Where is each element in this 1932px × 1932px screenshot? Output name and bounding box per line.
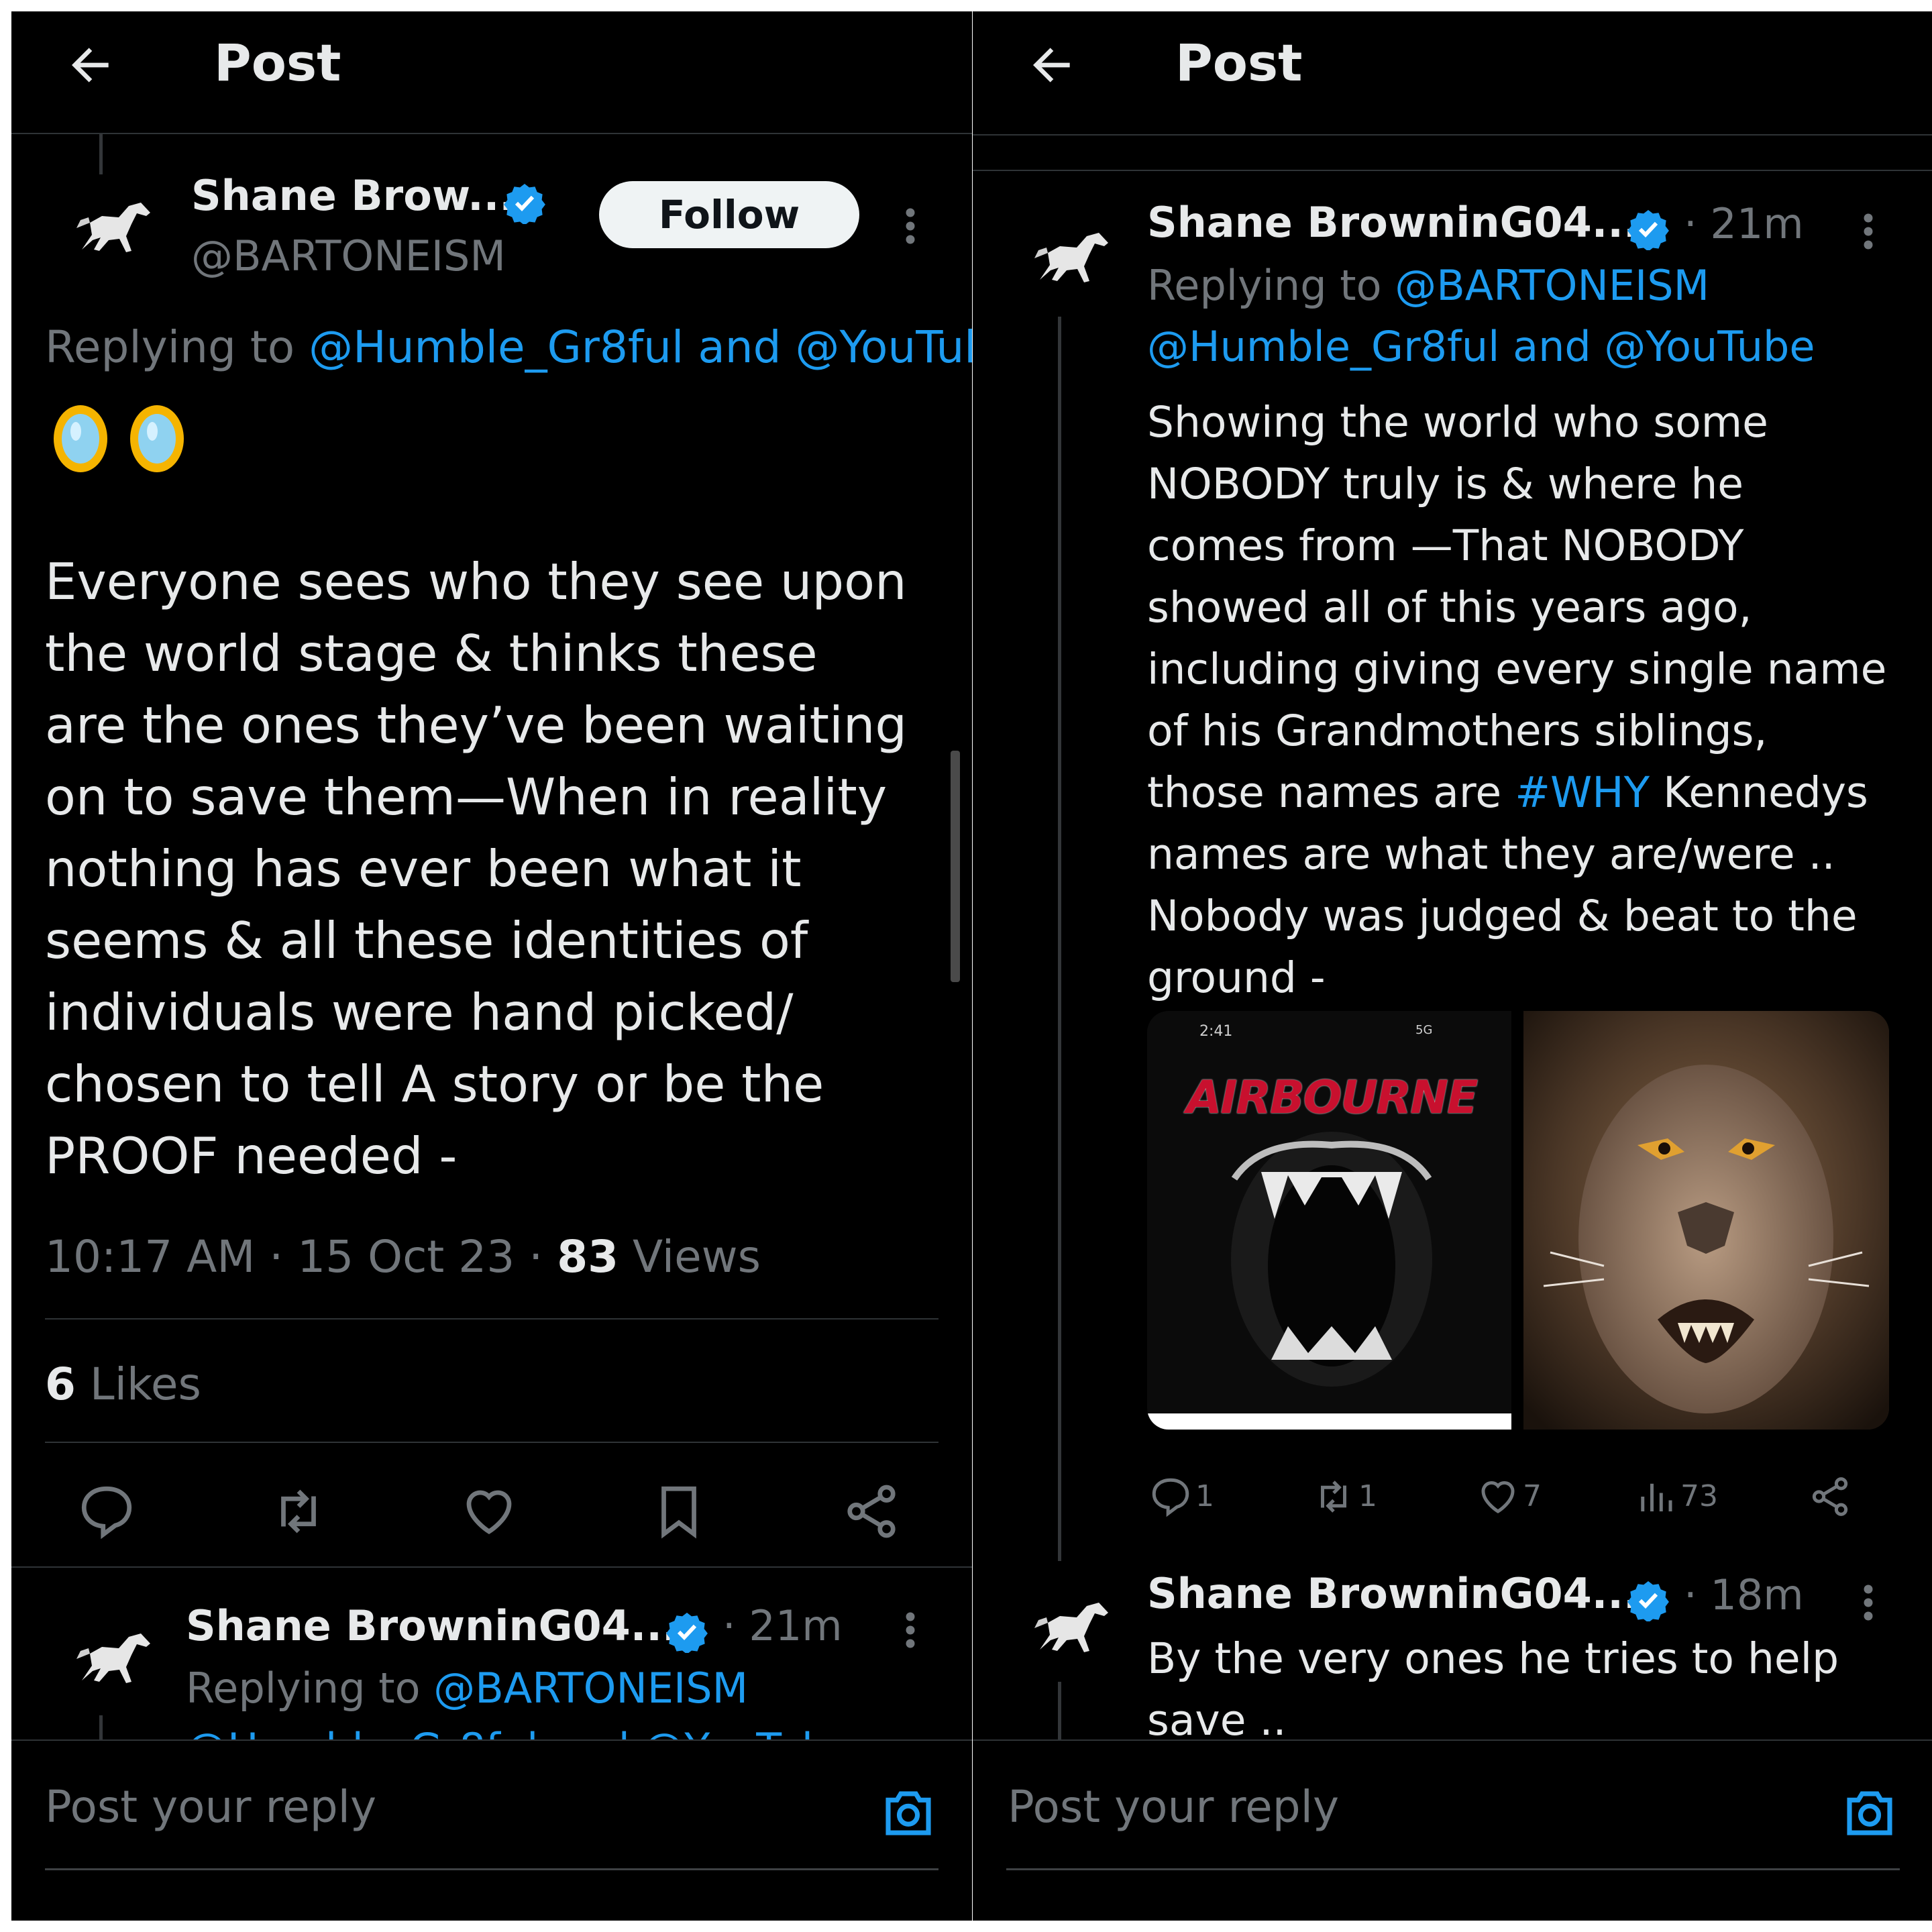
repost-icon[interactable] — [1311, 1474, 1356, 1519]
share-icon[interactable] — [1808, 1474, 1852, 1519]
bookmark-icon[interactable] — [649, 1481, 709, 1542]
reply-composer: Post your reply — [973, 1739, 1932, 1921]
share-icon[interactable] — [841, 1481, 902, 1542]
reply-input[interactable]: Post your reply — [1008, 1781, 1339, 1833]
divider — [973, 170, 1932, 171]
views-count: 83 — [557, 1231, 619, 1283]
avatar[interactable] — [1020, 206, 1120, 307]
camera-icon[interactable] — [878, 1782, 938, 1843]
divider — [45, 1442, 938, 1443]
replying-to: Replying to @Humble_Gr8ful and @YouTube — [45, 321, 972, 373]
divider — [11, 1566, 972, 1568]
author-name[interactable]: Shane Brow... — [191, 171, 515, 220]
avatar[interactable] — [62, 1607, 162, 1707]
divider — [973, 134, 1932, 136]
like-heart-icon[interactable] — [1476, 1474, 1520, 1519]
mirror-emoji-icon — [54, 405, 107, 472]
right-panel: Post Shane BrowninG04... · 21m Replying … — [973, 11, 1932, 1921]
tweet-body: Everyone sees who they see upon the worl… — [45, 552, 907, 1185]
verified-badge-icon — [1627, 210, 1669, 250]
reply-input[interactable]: Post your reply — [45, 1781, 376, 1833]
views-label: Views — [619, 1231, 761, 1283]
replying-to: Replying to @BARTONEISM — [1147, 261, 1709, 310]
replying-prefix: Replying to — [45, 321, 309, 373]
reply-icon[interactable] — [1148, 1474, 1193, 1519]
mirror-emoji-icon — [130, 405, 184, 472]
tweet-timestamp: · 21m — [1684, 199, 1804, 248]
reply-icon[interactable] — [76, 1481, 137, 1542]
thread-line — [99, 134, 103, 174]
horse-icon — [76, 1633, 150, 1683]
divider — [1006, 1868, 1900, 1870]
reply-author-name[interactable]: Shane BrowninG04... — [186, 1601, 678, 1650]
status-signal: 5G — [1415, 1023, 1433, 1037]
tweet-meta: 10:17 AM · 15 Oct 23 · 83 Views — [45, 1231, 761, 1283]
tweet-timestamp: 10:17 AM · 15 Oct 23 · — [45, 1231, 557, 1283]
likes-label: Likes — [75, 1358, 201, 1410]
like-count: 7 — [1523, 1479, 1542, 1513]
repost-count: 1 — [1358, 1479, 1377, 1513]
header: Post — [11, 11, 972, 134]
more-options-icon[interactable] — [1862, 1582, 1875, 1623]
replying-prefix: Replying to — [186, 1664, 434, 1713]
status-time: 2:41 — [1199, 1023, 1233, 1040]
reply-composer: Post your reply — [11, 1739, 972, 1921]
thread-line — [1058, 1682, 1061, 1749]
divider — [45, 1318, 938, 1320]
media-grid[interactable]: 2:41 5G AIRBOURNE — [1147, 1011, 1889, 1430]
repost-icon[interactable] — [268, 1481, 329, 1542]
replying-to-link[interactable]: @Humble_Gr8ful and @YouTube — [1147, 322, 1815, 371]
author-name[interactable]: Shane BrowninG04... — [1147, 198, 1639, 247]
view-count: 73 — [1680, 1479, 1718, 1513]
media-image-airbourne[interactable]: 2:41 5G AIRBOURNE — [1147, 1011, 1511, 1430]
page-title: Post — [1175, 33, 1303, 93]
replying-prefix: Replying to — [1147, 261, 1395, 310]
image-footer-bar — [1147, 1413, 1511, 1430]
scrollbar[interactable] — [951, 751, 960, 982]
verified-badge-icon — [504, 184, 545, 224]
roaring-mouth-icon — [1231, 1132, 1432, 1387]
tweet-body-text: Showing the world who some NOBODY truly … — [1147, 398, 1887, 817]
lion-face-icon — [1523, 1011, 1889, 1430]
likes-count: 6 — [45, 1358, 76, 1410]
more-options-icon[interactable] — [904, 206, 917, 246]
camera-icon[interactable] — [1839, 1782, 1900, 1843]
avatar[interactable] — [62, 176, 162, 276]
header: Post — [973, 11, 1932, 134]
author-handle[interactable]: @BARTONEISM — [191, 231, 506, 280]
page-title: Post — [214, 33, 341, 93]
back-arrow-icon[interactable] — [1025, 38, 1079, 92]
media-image-lion[interactable] — [1523, 1011, 1889, 1430]
like-heart-icon[interactable] — [459, 1481, 519, 1542]
left-panel: Post Shane Brow... @BARTONEISM Follow Re… — [11, 11, 972, 1921]
more-options-icon[interactable] — [904, 1610, 917, 1650]
author-name[interactable]: Shane BrowninG04... — [1147, 1569, 1639, 1618]
horse-icon — [1034, 233, 1108, 282]
back-arrow-icon[interactable] — [64, 38, 117, 92]
likes-summary[interactable]: 6 Likes — [45, 1358, 201, 1410]
verified-badge-icon — [666, 1613, 708, 1653]
tweet-body: Showing the world who some NOBODY truly … — [1147, 392, 1925, 1009]
verified-badge-icon — [1627, 1581, 1669, 1621]
tweet-timestamp: · 18m — [1684, 1570, 1804, 1619]
replying-to-link[interactable]: @Humble_Gr8ful and @YouTube — [309, 321, 972, 373]
tweet-body: By the very ones he tries to help save .… — [1147, 1634, 1839, 1745]
horse-icon — [76, 203, 150, 252]
band-logo: AIRBOURNE — [1186, 1071, 1479, 1124]
views-chart-icon[interactable] — [1633, 1474, 1678, 1519]
hashtag-link[interactable]: #WHY — [1515, 768, 1650, 817]
more-options-icon[interactable] — [1862, 211, 1875, 252]
replying-to: Replying to @BARTONEISM — [186, 1664, 748, 1713]
avatar[interactable] — [1020, 1576, 1120, 1676]
reply-count: 1 — [1195, 1479, 1214, 1513]
reply-timestamp: · 21m — [722, 1601, 843, 1650]
follow-button[interactable]: Follow — [599, 181, 859, 248]
thread-line — [1058, 317, 1061, 1561]
horse-icon — [1034, 1603, 1108, 1652]
replying-to-link[interactable]: @BARTONEISM — [433, 1664, 748, 1713]
replying-to-link[interactable]: @BARTONEISM — [1395, 261, 1709, 310]
divider — [45, 1868, 938, 1870]
